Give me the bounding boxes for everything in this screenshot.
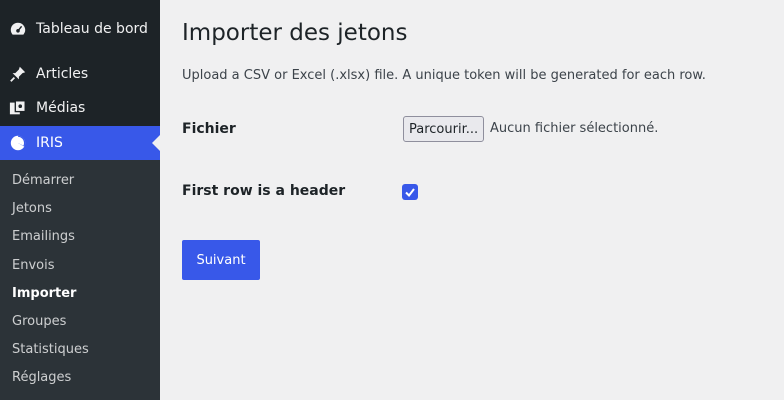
submenu-item-statistiques[interactable]: Statistiques — [12, 342, 89, 357]
menu-item-dashboard[interactable]: Tableau de bord — [0, 12, 160, 46]
file-browse-button[interactable]: Parcourir... — [403, 116, 485, 142]
submenu-item-importer[interactable]: Importer — [12, 286, 76, 301]
header-row-checkbox[interactable] — [402, 184, 418, 200]
media-icon — [8, 98, 28, 118]
submenu-item-demarrer[interactable]: Démarrer — [12, 173, 74, 188]
menu-item-label: IRIS — [36, 135, 63, 151]
menu-item-articles[interactable]: Articles — [0, 57, 160, 91]
iris-submenu: Démarrer Jetons Emailings Envois Importe… — [0, 160, 160, 400]
next-button[interactable]: Suivant — [182, 240, 260, 280]
admin-sidebar: Tableau de bord Articles Médias IRIS Dém… — [0, 0, 160, 400]
submenu-item-jetons[interactable]: Jetons — [12, 201, 52, 216]
submenu-item-emailings[interactable]: Emailings — [12, 229, 75, 244]
page-title: Importer des jetons — [182, 20, 408, 46]
header-option-label: First row is a header — [182, 183, 346, 199]
dashboard-icon — [8, 19, 28, 39]
checkmark-icon — [405, 188, 415, 198]
pin-icon — [8, 64, 28, 84]
menu-item-iris[interactable]: IRIS — [0, 126, 160, 160]
file-field-label: Fichier — [182, 121, 236, 137]
file-status-text: Aucun fichier sélectionné. — [490, 121, 659, 136]
menu-item-label: Médias — [36, 100, 86, 116]
submenu-item-groupes[interactable]: Groupes — [12, 314, 66, 329]
menu-item-label: Tableau de bord — [36, 21, 148, 37]
pie-chart-icon — [8, 133, 28, 153]
menu-item-label: Articles — [36, 66, 89, 82]
submenu-item-envois[interactable]: Envois — [12, 258, 55, 273]
submenu-item-reglages[interactable]: Réglages — [12, 370, 71, 385]
page-description: Upload a CSV or Excel (.xlsx) file. A un… — [182, 68, 706, 83]
menu-item-media[interactable]: Médias — [0, 91, 160, 125]
